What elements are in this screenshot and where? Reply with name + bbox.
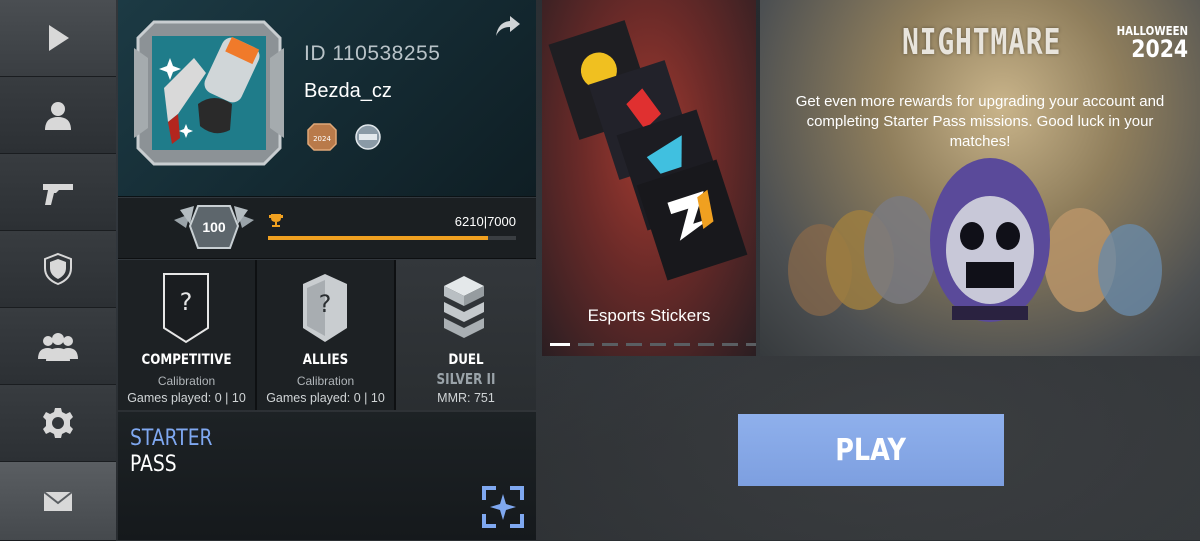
mode-competitive[interactable]: ? COMPETITIVE Calibration Games played: … [118,260,257,410]
competitive-rank-icon: ? [163,273,209,344]
mode-name: ALLIES [302,352,349,368]
stickers-label: Esports Stickers [587,306,711,325]
gear-icon [43,408,73,438]
games-played: Games played: 0 | 10 [266,391,385,405]
play-button[interactable]: PLAY [738,414,1004,486]
mode-status: Calibration [296,374,355,388]
mode-name: DUEL [448,352,484,368]
svg-text:?: ? [319,290,332,318]
banner-description: Get even more rewards for upgrading your… [795,93,1165,150]
games-played: Games played: 0 | 10 [127,391,246,405]
duel-mmr: MMR: 751 [437,391,495,405]
silver-badge-icon[interactable] [350,122,386,152]
carousel-dot[interactable] [602,343,618,346]
carousel-dot[interactable] [674,343,690,346]
carousel-dots[interactable] [550,343,756,346]
esports-stickers-card[interactable]: Esports Stickers [542,0,756,356]
allies-rank-icon: ? [303,274,347,342]
banner-title: NIGHTMARE [902,22,1062,63]
svg-text:?: ? [180,288,193,316]
avatar[interactable] [134,18,284,168]
starter-pass-title: STARTER [130,426,213,451]
play-icon [49,25,69,51]
friends-icon [38,333,78,361]
sidebar-item-profile[interactable] [0,77,116,154]
xp-text: 6210|7000 [454,214,516,229]
scan-icon[interactable] [482,486,524,528]
sidebar-item-play[interactable] [0,0,116,77]
level-panel: 100 6210|7000 [118,198,536,259]
sidebar [0,0,116,541]
skull-masks-image [788,158,1162,322]
bronze-badge-icon[interactable]: 2024 [304,122,340,152]
duel-rank: SILVER II [436,370,496,388]
mode-status: Calibration [157,374,216,388]
trophy-icon [269,214,283,227]
xp-progress-bar [268,236,516,240]
mode-allies[interactable]: ? ALLIES Calibration Games played: 0 | 1… [257,260,396,410]
play-button-label: PLAY [835,432,907,468]
pistol-icon [43,184,73,205]
starter-pass-subtitle: PASS [130,452,177,477]
carousel-dot[interactable] [650,343,666,346]
player-id: ID 110538255 [304,42,441,65]
carousel-dot[interactable] [550,343,570,346]
xp-progress-fill [268,236,488,240]
badge-list: 2024 [304,122,386,152]
shield-icon [44,252,72,286]
halloween-banner[interactable]: NIGHTMARE HALLOWEEN 2024 Get even more r… [760,0,1200,356]
carousel-dot[interactable] [626,343,642,346]
sidebar-item-weapons[interactable] [0,154,116,231]
carousel-dot[interactable] [722,343,738,346]
game-modes: ? COMPETITIVE Calibration Games played: … [118,260,536,410]
badge-year: 2024 [313,135,331,143]
profile-icon [45,102,71,130]
sidebar-item-mail[interactable] [0,462,116,541]
carousel-dot[interactable] [698,343,714,346]
carousel-dot[interactable] [746,343,756,346]
carousel-dot[interactable] [578,343,594,346]
event-year: 2024 [1131,35,1188,63]
mode-duel[interactable]: DUEL SILVER II MMR: 751 [396,260,536,410]
profile-panel[interactable]: ID 110538255 Bezda_cz 2024 [118,0,536,197]
mode-name: COMPETITIVE [141,352,232,368]
starter-pass-panel[interactable]: STARTER PASS [118,412,536,540]
share-icon[interactable] [494,12,522,40]
sticker-packs-image [548,20,748,281]
mail-icon [43,491,73,511]
sidebar-item-friends[interactable] [0,308,116,385]
silver-rank-icon [444,276,484,338]
level-value: 100 [202,219,226,235]
sidebar-item-ranks[interactable] [0,231,116,308]
sidebar-item-settings[interactable] [0,385,116,462]
event-tag: HALLOWEEN 2024 [1104,24,1188,63]
username: Bezda_cz [304,80,392,102]
